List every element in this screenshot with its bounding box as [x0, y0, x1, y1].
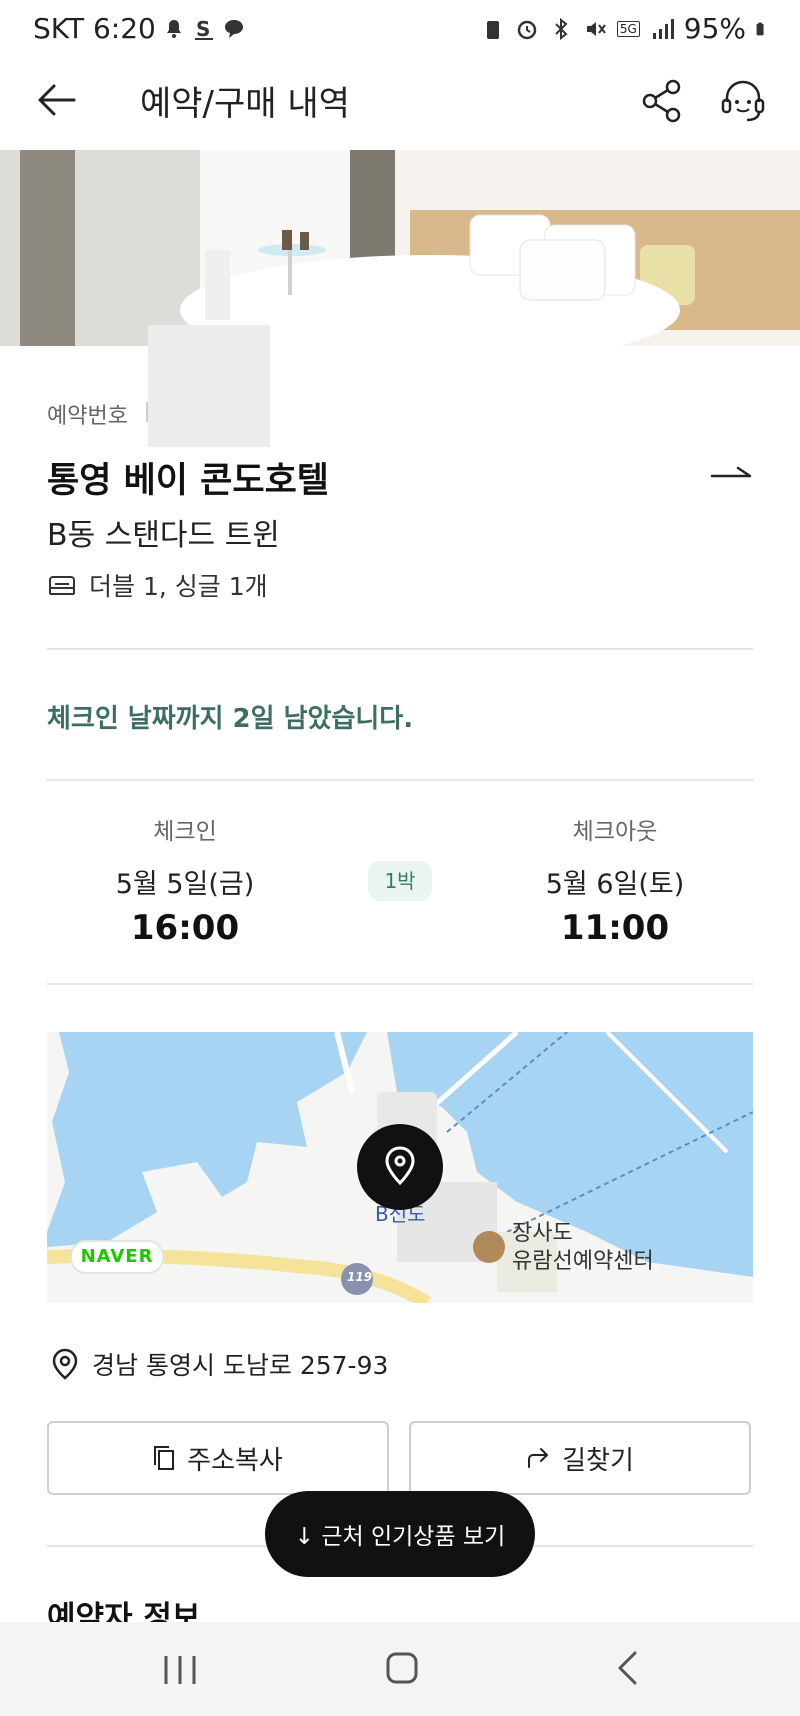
nearby-popular-label: ↓ 근처 인기상품 보기 — [294, 1524, 506, 1550]
status-bar: SKT 6:20 S 5G 95% — [0, 0, 800, 60]
directions-label: 길찾기 — [562, 1445, 634, 1476]
nav-back-icon[interactable] — [615, 1650, 641, 1686]
turn-arrow-icon — [528, 1448, 549, 1468]
checkin-label: 체크인 — [153, 819, 217, 845]
divider — [47, 648, 753, 650]
poi-line1: 장사도 — [512, 1221, 573, 1246]
checkin-time: 16:00 — [130, 908, 240, 948]
share-icon[interactable] — [640, 78, 686, 124]
location-pin-icon — [52, 1348, 78, 1380]
battery-saver-icon — [486, 20, 499, 39]
checkout-date: 5월 6일(토) — [545, 869, 685, 900]
battery-percent: 95% — [683, 12, 746, 45]
nearby-popular-products-button[interactable]: ↓ 근처 인기상품 보기 — [265, 1491, 535, 1577]
room-name: B동 스탠다드 트윈 — [47, 518, 280, 553]
flag-poi-icon — [473, 1231, 505, 1263]
checkin-countdown: 체크인 날짜까지 2일 남았습니다. — [47, 704, 414, 734]
arrow-right-icon[interactable] — [710, 462, 754, 488]
location-pin-marker[interactable] — [357, 1124, 443, 1210]
checkout-label: 체크아웃 — [572, 819, 658, 845]
back-arrow-icon[interactable] — [34, 78, 78, 122]
copy-address-button[interactable]: 주소복사 — [47, 1421, 389, 1495]
bed-description: 더블 1, 싱글 1개 — [89, 572, 268, 601]
reservation-separator — [146, 402, 148, 422]
checkin-date: 5월 5일(금) — [115, 869, 255, 900]
network-type: 5G — [616, 20, 640, 37]
bluetooth-icon — [555, 17, 568, 40]
checkout-time: 11:00 — [560, 908, 670, 948]
bell-icon — [166, 19, 181, 38]
hotel-room-photo — [0, 150, 800, 346]
status-left: SKT 6:20 S — [33, 12, 246, 45]
s-app-icon: S — [194, 17, 213, 41]
divider — [47, 983, 753, 985]
address-row: 경남 통영시 도남로 257-93 — [52, 1346, 388, 1382]
carrier-time: SKT 6:20 — [33, 12, 156, 45]
page-title: 예약/구매 내역 — [140, 84, 350, 124]
redacted-block — [148, 325, 270, 447]
copy-icon — [154, 1446, 175, 1470]
bed-info: 더블 1, 싱글 1개 — [47, 567, 268, 603]
customer-service-icon[interactable] — [718, 76, 768, 126]
poi-line2: 유람선예약센터 — [512, 1249, 654, 1274]
signal-icon — [652, 18, 674, 39]
divider — [47, 779, 753, 781]
nights-badge: 1박 — [368, 861, 432, 901]
hotel-name[interactable]: 통영 베이 콘도호텔 — [47, 452, 329, 503]
bed-icon — [49, 576, 75, 595]
home-icon[interactable] — [385, 1650, 419, 1686]
status-right: 5G 95% — [481, 12, 770, 45]
svg-text:S: S — [196, 17, 210, 41]
road-number: 119 — [347, 1270, 373, 1284]
directions-button[interactable]: 길찾기 — [409, 1421, 751, 1495]
chat-bubble-icon — [224, 19, 243, 38]
map-pin-icon — [385, 1146, 415, 1186]
battery-icon — [756, 22, 764, 35]
alarm-icon — [517, 20, 537, 39]
naver-map-badge: NAVER — [70, 1240, 164, 1274]
copy-address-label: 주소복사 — [187, 1445, 283, 1476]
recent-apps-icon[interactable] — [160, 1654, 200, 1686]
address-text: 경남 통영시 도남로 257-93 — [92, 1351, 389, 1380]
reservation-number-label: 예약번호 — [47, 404, 128, 429]
mute-icon — [586, 21, 606, 36]
map-poi-label: 장사도 유람선예약센터 — [512, 1220, 654, 1276]
